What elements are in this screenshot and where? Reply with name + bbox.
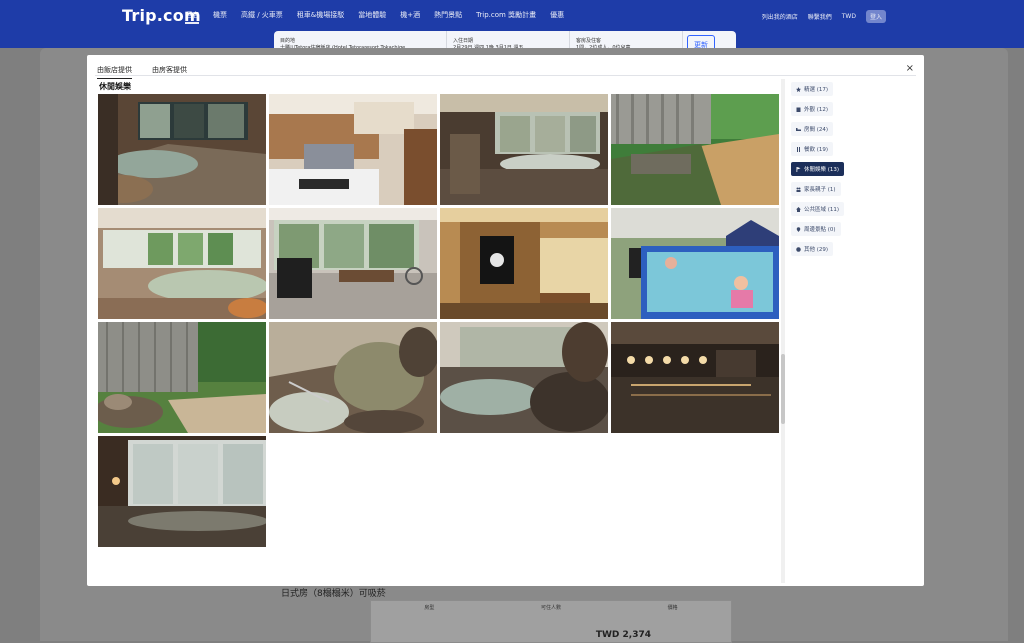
flag-icon — [796, 166, 801, 172]
photo-onsen-steam[interactable] — [440, 322, 608, 433]
table-header: 價格 — [667, 605, 678, 611]
category-recreation[interactable]: 休閒娛樂 (13) — [791, 162, 845, 176]
bed-icon — [796, 127, 801, 132]
category-other[interactable]: 其他 (29) — [791, 242, 834, 256]
nav-item[interactable]: 優惠 — [550, 10, 564, 24]
gallery-scrollbar[interactable] — [781, 79, 785, 583]
photo-gallery-modal: 由飯店提供 由房客提供 × 休閒娛樂 精選 (17) 外觀 (12) 房間 (2… — [87, 55, 924, 586]
tab-guest-photos[interactable]: 由房客提供 — [152, 65, 187, 79]
table-header: 房型 — [424, 605, 435, 611]
building-icon — [796, 107, 801, 112]
divider — [95, 75, 916, 76]
nav-item[interactable]: 機+酒 — [400, 10, 420, 24]
photo-massage-chair-room[interactable] — [269, 208, 437, 319]
dots-icon — [796, 246, 801, 252]
login-button[interactable]: 登入 — [865, 10, 886, 23]
nav-item[interactable]: 當地體驗 — [358, 10, 386, 24]
nav-item[interactable]: 機票 — [213, 10, 227, 24]
category-exterior[interactable]: 外觀 (12) — [791, 102, 834, 116]
home-icon — [796, 206, 801, 212]
currency-selector[interactable]: TWD — [842, 13, 856, 20]
photo-misty-window-bath[interactable] — [98, 436, 266, 547]
family-icon — [796, 187, 801, 192]
scrollbar-thumb[interactable] — [781, 354, 785, 424]
photo-garden-rock-bath[interactable] — [98, 322, 266, 433]
category-dining[interactable]: 餐飲 (19) — [791, 142, 834, 156]
list-property-link[interactable]: 列出我的酒店 — [762, 12, 798, 21]
pin-icon — [796, 226, 801, 232]
photo-grid — [98, 94, 779, 547]
contact-link[interactable]: 聯繫我們 — [808, 12, 832, 21]
category-public-areas[interactable]: 公共區域 (11) — [791, 202, 845, 216]
tab-hotel-photos[interactable]: 由飯店提供 — [97, 65, 132, 79]
nav-item[interactable]: 高鐵 / 火車票 — [241, 10, 283, 24]
table-header: 可住人數 — [540, 605, 561, 611]
nav-item[interactable]: 租車&機場接駁 — [297, 10, 344, 24]
room-price: TWD 2,374 — [595, 630, 651, 640]
nav-menu: 酒店 機票 高鐵 / 火車票 租車&機場接駁 當地體驗 機+酒 熱門景點 Tri… — [185, 10, 564, 24]
photo-kiddie-pool[interactable] — [611, 208, 779, 319]
star-icon — [796, 86, 801, 92]
photo-indoor-onsen-night[interactable] — [98, 94, 266, 205]
category-list: 精選 (17) 外觀 (12) 房間 (24) 餐飲 (19) 休閒娛樂 (13… — [791, 82, 845, 256]
photo-large-indoor-bath[interactable] — [98, 208, 266, 319]
category-featured[interactable]: 精選 (17) — [791, 82, 834, 96]
nav-item[interactable]: Trip.com 獎勵計畫 — [476, 10, 536, 24]
photo-indoor-onsen-window[interactable] — [440, 94, 608, 205]
photo-lounge-chairs[interactable] — [269, 94, 437, 205]
photo-outdoor-wood-deck[interactable] — [611, 94, 779, 205]
category-rooms[interactable]: 房間 (24) — [791, 122, 834, 136]
section-title: 休閒娛樂 — [99, 82, 131, 91]
utensils-icon — [796, 146, 801, 152]
close-icon[interactable]: × — [906, 63, 914, 74]
category-nearby[interactable]: 周邊景點 (0) — [791, 222, 841, 236]
photo-onsen-lit-night[interactable] — [611, 322, 779, 433]
right-nav: 列出我的酒店 聯繫我們 TWD 登入 — [762, 10, 886, 23]
category-family[interactable]: 家長親子 (1) — [791, 182, 841, 196]
room-table: 房型 可住人數 價格 TWD 2,374 — [370, 600, 732, 643]
nav-item[interactable]: 酒店 — [185, 10, 199, 24]
photo-bath-entrance-noren[interactable] — [440, 208, 608, 319]
room-section-title: 日式房（8榻榻米）可吸菸 — [281, 589, 386, 599]
gallery-tabs: 由飯店提供 由房客提供 — [97, 65, 187, 79]
nav-item[interactable]: 熱門景點 — [434, 10, 462, 24]
photo-onsen-rock-pool[interactable] — [269, 322, 437, 433]
